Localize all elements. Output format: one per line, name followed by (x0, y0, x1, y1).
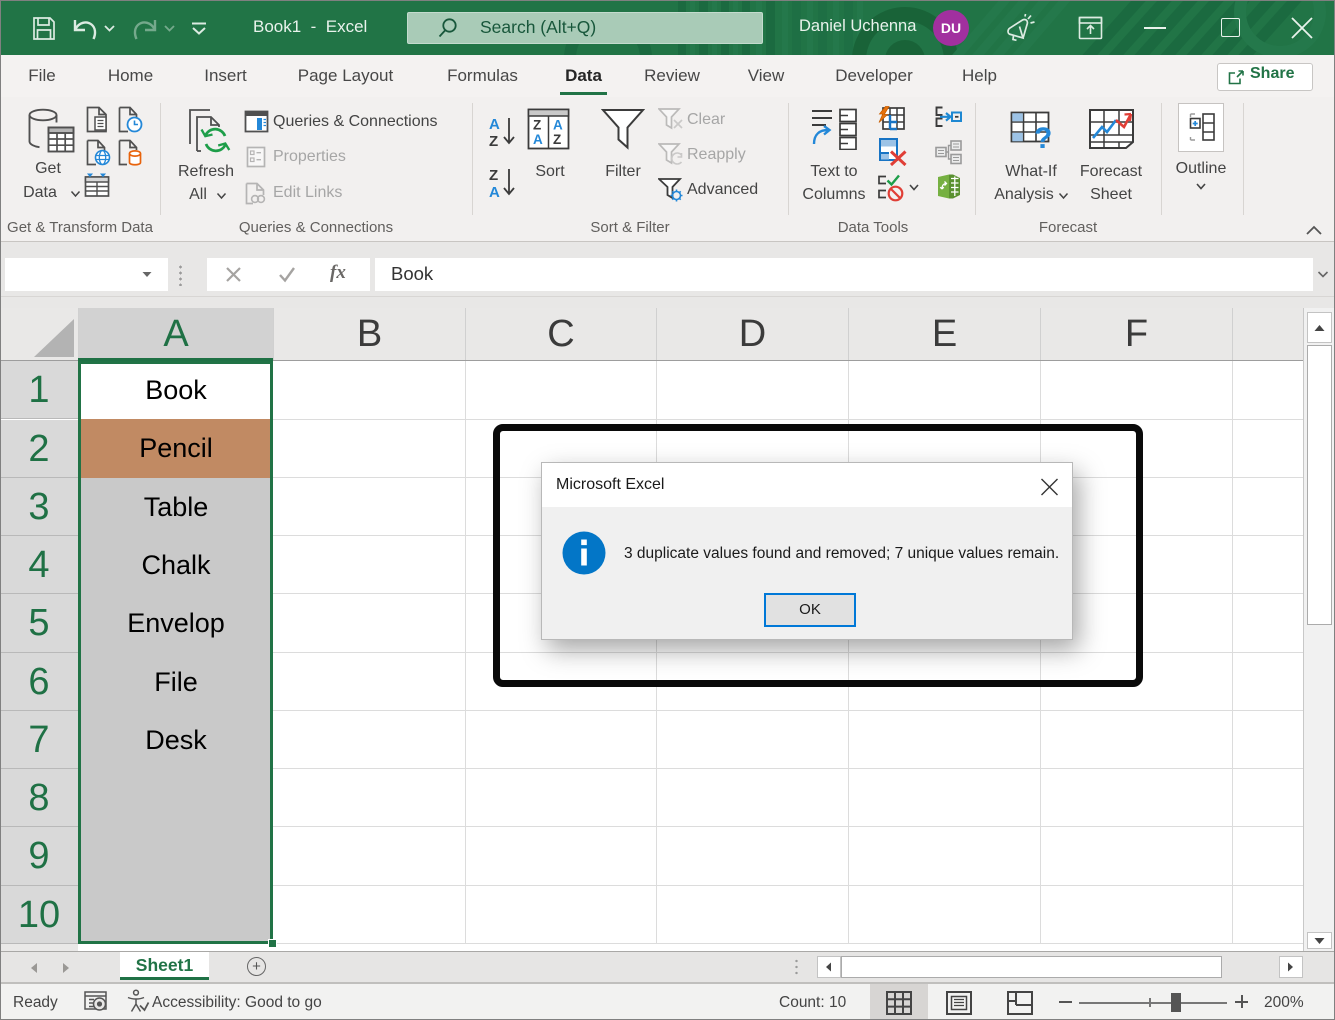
svg-text:Z: Z (489, 167, 498, 184)
svg-text:A: A (489, 116, 500, 133)
svg-text:A: A (553, 118, 563, 133)
svg-text:Z: Z (533, 118, 541, 133)
svg-text:?: ? (1034, 122, 1052, 153)
svg-text:Z: Z (489, 133, 498, 148)
svg-text:A: A (489, 184, 500, 199)
svg-text:A: A (533, 132, 543, 147)
svg-text:Z: Z (553, 132, 561, 147)
